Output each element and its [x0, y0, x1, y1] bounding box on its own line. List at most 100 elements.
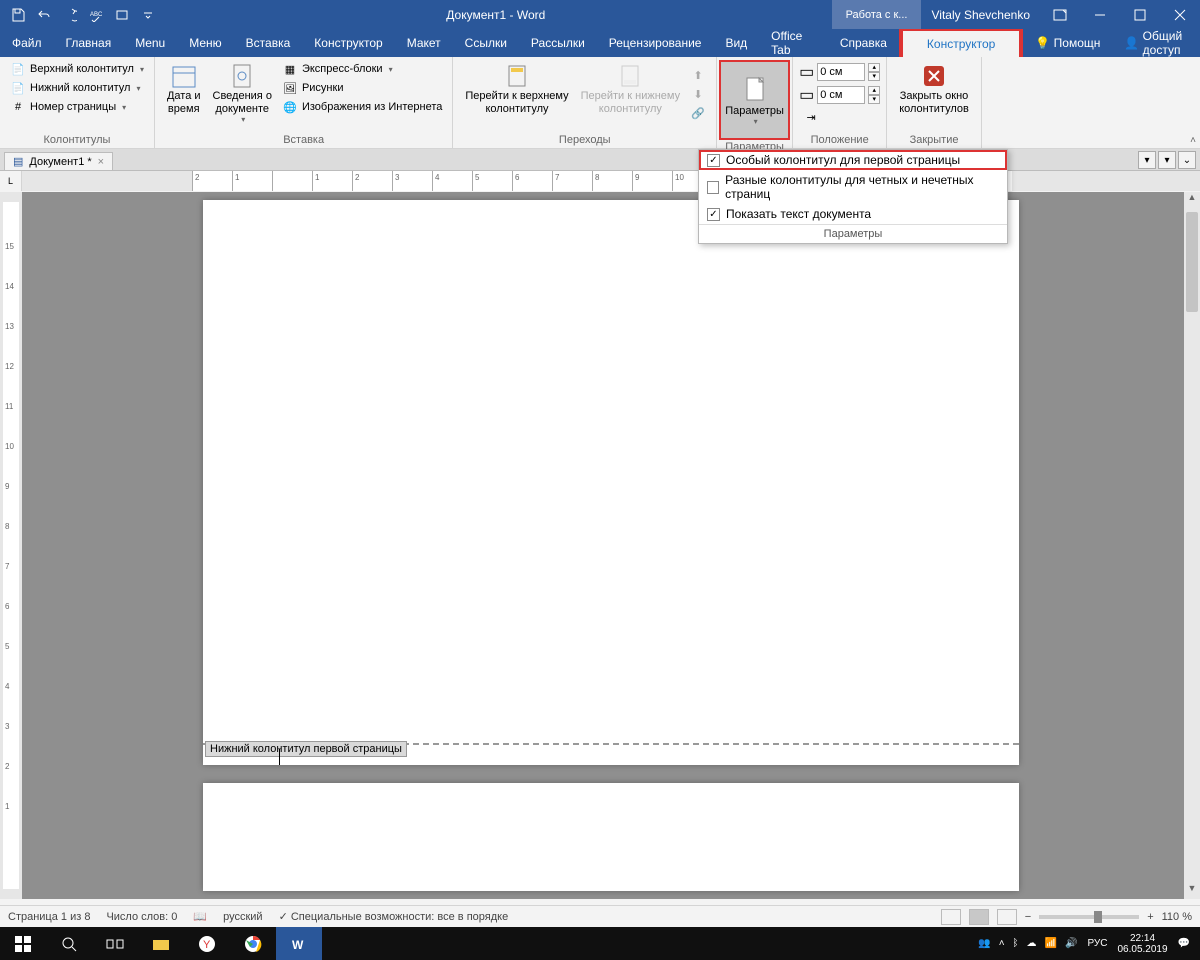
start-button[interactable]	[0, 927, 46, 960]
doc-info-button[interactable]: Сведения о документе▾	[207, 60, 278, 126]
close-tab-button[interactable]: ×	[98, 156, 104, 168]
maximize-button[interactable]	[1120, 0, 1160, 29]
svg-text:ABC: ABC	[90, 12, 103, 18]
header-dropdown[interactable]: 📄Верхний колонтитул▾	[6, 60, 148, 78]
vertical-scrollbar[interactable]: ▲ ▼	[1184, 192, 1200, 899]
align-tab-button[interactable]: ⇥	[799, 108, 880, 126]
page-scroll-area[interactable]: Нижний колонтитул первой страницы	[22, 192, 1200, 899]
footer-from-bottom-input[interactable]	[817, 86, 865, 104]
scroll-thumb[interactable]	[1186, 212, 1198, 312]
search-button[interactable]	[46, 927, 92, 960]
action-center-icon[interactable]: 💬	[1178, 938, 1190, 949]
spin-down[interactable]: ▾	[868, 95, 880, 104]
chrome-button[interactable]	[230, 927, 276, 960]
tab-header-footer-design[interactable]: Конструктор	[901, 29, 1021, 57]
option-different-first-page[interactable]: ✓ Особый колонтитул для первой страницы	[699, 150, 1007, 170]
page-number-dropdown[interactable]: #Номер страницы▾	[6, 98, 148, 116]
scroll-up-button[interactable]: ▲	[1184, 192, 1200, 208]
save-button[interactable]	[6, 3, 30, 27]
tab-menu-en[interactable]: Menu	[123, 29, 177, 57]
language-indicator[interactable]: русский	[223, 911, 262, 923]
tab-review[interactable]: Рецензирование	[597, 29, 714, 57]
ribbon-display-button[interactable]	[1040, 0, 1080, 29]
quick-parts-button[interactable]: ▦Экспресс-блоки▾	[278, 60, 446, 78]
print-layout-button[interactable]	[969, 909, 989, 925]
accessibility-label: Специальные возможности: все в порядке	[291, 911, 508, 923]
accessibility-indicator[interactable]: ✓ Специальные возможности: все в порядке	[279, 910, 509, 923]
word-taskbar-button[interactable]: W	[276, 927, 322, 960]
network-icon[interactable]: 📶	[1045, 938, 1057, 949]
close-header-footer-button[interactable]: Закрыть окно колонтитулов	[893, 60, 975, 117]
horizontal-ruler[interactable]: 2112345678910111213141516	[22, 171, 1200, 191]
tab-office-tab[interactable]: Office Tab	[759, 29, 828, 57]
header-from-top-input[interactable]	[817, 63, 865, 81]
zoom-slider[interactable]	[1039, 915, 1139, 919]
parameters-button[interactable]: Параметры ▾	[719, 60, 790, 140]
chevron-down-icon: ▾	[754, 117, 758, 126]
spellcheck-button[interactable]: ABC	[84, 3, 108, 27]
page-number-label: Номер страницы	[30, 101, 116, 113]
group-parameters: Параметры ▾ Параметры	[717, 57, 793, 148]
goto-header-button[interactable]: Перейти к верхнему колонтитулу	[459, 60, 574, 117]
tab-help[interactable]: Справка	[828, 29, 899, 57]
page-2[interactable]	[203, 783, 1019, 891]
scroll-down-button[interactable]: ▼	[1184, 883, 1200, 899]
page-indicator[interactable]: Страница 1 из 8	[8, 911, 90, 923]
collapse-ribbon-button[interactable]: ˄	[1190, 135, 1196, 146]
spin-down[interactable]: ▾	[868, 72, 880, 81]
qat-item-button[interactable]	[110, 3, 134, 27]
page-1[interactable]: Нижний колонтитул первой страницы	[203, 200, 1019, 765]
undo-button[interactable]	[32, 3, 56, 27]
tab-references[interactable]: Ссылки	[453, 29, 519, 57]
tab-new-button[interactable]: ▾	[1138, 151, 1156, 169]
document-tab-bar: ▤ Документ1 * × ▾ ▾ ⌄	[0, 149, 1200, 171]
tab-insert[interactable]: Вставка	[234, 29, 303, 57]
tray-up-icon[interactable]: ˄	[999, 938, 1005, 949]
option-show-document-text[interactable]: ✓ Показать текст документа	[699, 204, 1007, 224]
bluetooth-icon[interactable]: ᛒ	[1013, 938, 1019, 949]
tab-home[interactable]: Главная	[54, 29, 124, 57]
zoom-level[interactable]: 110 %	[1162, 911, 1192, 923]
tab-mailings[interactable]: Рассылки	[519, 29, 597, 57]
tab-menu-button[interactable]: ▾	[1158, 151, 1176, 169]
close-window-button[interactable]	[1160, 0, 1200, 29]
people-icon[interactable]: 👥	[978, 938, 990, 949]
footer-dropdown[interactable]: 📄Нижний колонтитул▾	[6, 79, 148, 97]
tab-view[interactable]: Вид	[713, 29, 759, 57]
tell-me-button[interactable]: 💡 Помощн	[1023, 29, 1112, 57]
file-explorer-button[interactable]	[138, 927, 184, 960]
volume-icon[interactable]: 🔊	[1065, 938, 1077, 949]
share-button[interactable]: 👤 Общий доступ	[1112, 29, 1200, 57]
tab-selector[interactable]: L	[0, 171, 22, 191]
read-mode-button[interactable]	[941, 909, 961, 925]
date-time-button[interactable]: Дата и время	[161, 60, 207, 117]
option-different-odd-even[interactable]: Разные колонтитулы для четных и нечетных…	[699, 170, 1007, 204]
tab-menu-ru[interactable]: Меню	[177, 29, 233, 57]
tab-layout[interactable]: Макет	[395, 29, 453, 57]
vertical-ruler[interactable]: 151413121110987654321	[0, 192, 22, 899]
spin-up[interactable]: ▴	[868, 63, 880, 72]
onedrive-icon[interactable]: ☁	[1027, 938, 1037, 949]
zoom-thumb[interactable]	[1094, 911, 1102, 923]
minimize-button[interactable]	[1080, 0, 1120, 29]
web-layout-button[interactable]	[997, 909, 1017, 925]
redo-button[interactable]	[58, 3, 82, 27]
online-pictures-button[interactable]: 🌐Изображения из Интернета	[278, 98, 446, 116]
zoom-in-button[interactable]: +	[1147, 911, 1153, 923]
tab-design[interactable]: Конструктор	[302, 29, 394, 57]
document-tab[interactable]: ▤ Документ1 * ×	[4, 152, 113, 170]
proofing-indicator[interactable]: 📖	[193, 910, 207, 923]
task-view-button[interactable]	[92, 927, 138, 960]
user-name[interactable]: Vitaly Shevchenko	[921, 8, 1040, 22]
pictures-button[interactable]: 🖼Рисунки	[278, 79, 446, 97]
yandex-browser-button[interactable]: Y	[184, 927, 230, 960]
clock[interactable]: 22:14 06.05.2019	[1117, 933, 1167, 955]
input-language[interactable]: РУС	[1087, 938, 1107, 949]
tab-file[interactable]: Файл	[0, 29, 54, 57]
zoom-out-button[interactable]: −	[1025, 911, 1031, 923]
spin-up[interactable]: ▴	[868, 86, 880, 95]
status-right: − + 110 %	[941, 909, 1192, 925]
word-count[interactable]: Число слов: 0	[106, 911, 177, 923]
qat-more-button[interactable]	[136, 3, 160, 27]
tab-select-button[interactable]: ⌄	[1178, 151, 1196, 169]
